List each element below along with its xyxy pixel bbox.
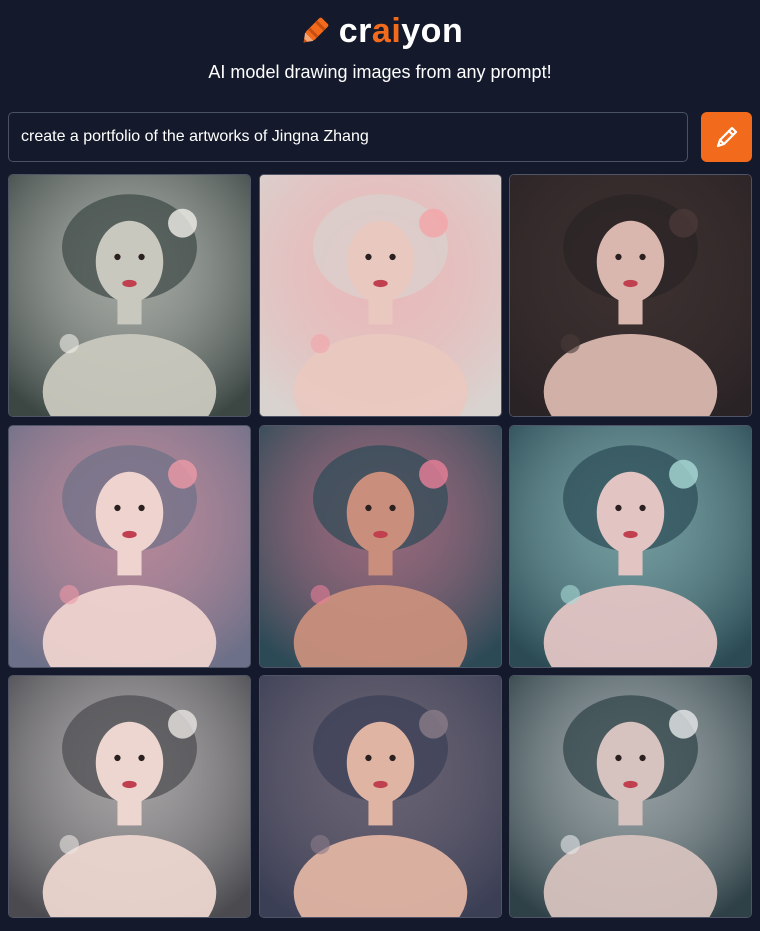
prompt-input[interactable]	[8, 112, 688, 162]
result-image-2[interactable]	[258, 174, 502, 417]
result-image-6[interactable]	[509, 424, 752, 668]
result-image-1[interactable]	[8, 174, 251, 417]
generated-image	[510, 676, 751, 917]
generated-image	[9, 676, 250, 917]
header: craiyon AI model drawing images from any…	[0, 0, 760, 110]
result-image-7[interactable]	[8, 675, 251, 918]
generated-image	[259, 425, 501, 667]
logo-text-highlight: ai	[371, 12, 402, 50]
result-image-5[interactable]	[258, 424, 502, 668]
draw-button[interactable]	[701, 112, 752, 162]
pencil-icon	[716, 126, 737, 148]
result-image-3[interactable]	[509, 174, 752, 417]
logo-text-prefix: cr	[338, 12, 372, 50]
logo-text-suffix: yon	[401, 12, 464, 50]
logo-text: craiyon	[339, 14, 463, 48]
generated-image	[510, 175, 751, 416]
generated-image	[259, 175, 501, 416]
generated-image	[259, 676, 501, 917]
result-image-8[interactable]	[258, 675, 502, 918]
generated-image	[9, 175, 250, 416]
craiyon-logo[interactable]: craiyon	[0, 10, 760, 52]
generated-image	[510, 425, 751, 667]
generated-image	[9, 425, 250, 667]
prompt-row	[8, 112, 752, 162]
tagline: AI model drawing images from any prompt!	[208, 62, 552, 82]
results-grid	[8, 174, 752, 918]
result-image-9[interactable]	[509, 675, 752, 918]
crayon-logo-icon	[303, 17, 329, 43]
result-image-4[interactable]	[8, 424, 251, 668]
